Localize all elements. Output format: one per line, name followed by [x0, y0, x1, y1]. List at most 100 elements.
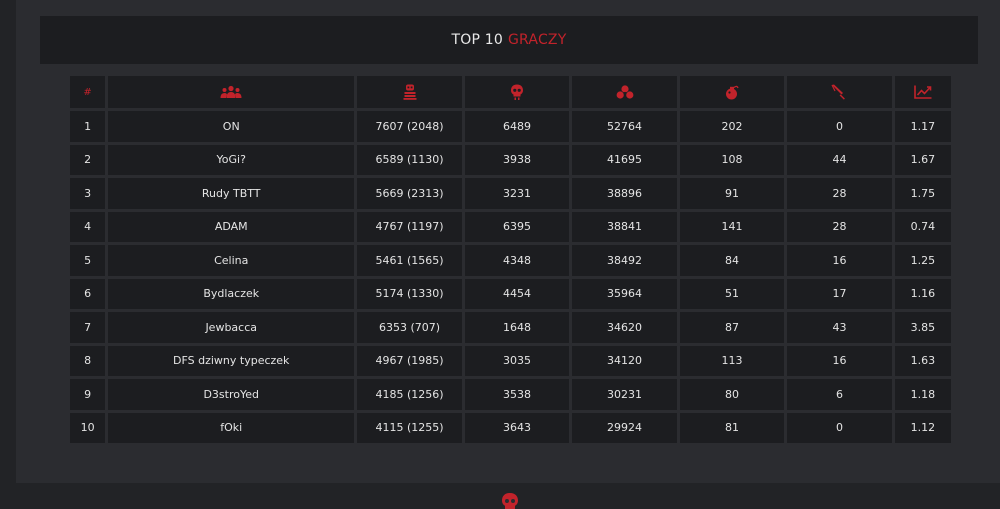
grenade-cell: 141	[679, 211, 785, 242]
header-players	[108, 76, 355, 108]
score-cell: 38492	[572, 245, 677, 276]
grenade-cell: 80	[679, 379, 785, 410]
grenade-cell: 84	[679, 245, 785, 276]
table-row: 4 ADAM 4767 (1197) 6395 38841 141 28 0.7…	[70, 211, 951, 242]
player-name-cell: DFS dziwny typeczek	[108, 345, 355, 376]
kills-cell: 6353 (707)	[357, 312, 462, 343]
kills-cell: 4185 (1256)	[357, 379, 462, 410]
deaths-icon	[511, 84, 524, 100]
player-name-cell: Rudy TBTT	[108, 178, 355, 209]
player-name-cell: ON	[108, 111, 355, 142]
deaths-cell: 6489	[464, 111, 570, 142]
rank-cell: 5	[70, 245, 106, 276]
rank-cell: 1	[70, 111, 106, 142]
ratio-cell: 1.16	[894, 278, 951, 309]
score-cell: 30231	[572, 379, 677, 410]
rank-cell: 9	[70, 379, 106, 410]
skull-logo-icon	[502, 493, 518, 509]
player-name-cell: Bydlaczek	[108, 278, 355, 309]
ratio-cell: 1.12	[894, 412, 951, 443]
deaths-cell: 4454	[464, 278, 570, 309]
grenade-cell: 113	[679, 345, 785, 376]
knife-cell: 6	[787, 379, 892, 410]
score-cell: 35964	[572, 278, 677, 309]
header-deaths	[464, 76, 570, 108]
player-name-cell: ADAM	[108, 211, 355, 242]
ratio-cell: 1.63	[894, 345, 951, 376]
table-row: 7 Jewbacca 6353 (707) 1648 34620 87 43 3…	[70, 312, 951, 343]
score-cell: 52764	[572, 111, 677, 142]
page-title: TOP 10 GRACZY	[40, 16, 978, 64]
players-icon	[220, 85, 242, 98]
title-white: TOP 10	[451, 32, 503, 48]
score-cell: 34620	[572, 312, 677, 343]
deaths-cell: 3538	[464, 379, 570, 410]
grenade-cell: 81	[679, 412, 785, 443]
score-cell: 41695	[572, 144, 677, 175]
grenade-cell: 87	[679, 312, 785, 343]
player-name-cell: YoGi?	[108, 144, 355, 175]
header-grenade	[679, 76, 785, 108]
score-cell: 29924	[572, 412, 677, 443]
kills-cell: 4767 (1197)	[357, 211, 462, 242]
knife-cell: 16	[787, 345, 892, 376]
header-kills	[357, 76, 462, 108]
kills-cell: 5174 (1330)	[357, 278, 462, 309]
score-cell: 38841	[572, 211, 677, 242]
ratio-cell: 1.75	[894, 178, 951, 209]
kills-cell: 6589 (1130)	[357, 144, 462, 175]
ratio-cell: 1.17	[894, 111, 951, 142]
ratio-cell: 1.18	[894, 379, 951, 410]
knife-cell: 28	[787, 211, 892, 242]
rank-cell: 8	[70, 345, 106, 376]
ratio-cell: 3.85	[894, 312, 951, 343]
table-row: 10 fOki 4115 (1255) 3643 29924 81 0 1.12	[70, 412, 951, 443]
knife-icon	[831, 84, 846, 100]
player-name-cell: Jewbacca	[108, 312, 355, 343]
rank-cell: 2	[70, 144, 106, 175]
top-players-table: # 1 ON 7607 (2048) 6489 52764 202 0 1.17…	[67, 73, 954, 446]
rank-cell: 4	[70, 211, 106, 242]
grenade-cell: 108	[679, 144, 785, 175]
knife-cell: 43	[787, 312, 892, 343]
grenade-icon	[725, 85, 739, 100]
deaths-cell: 4348	[464, 245, 570, 276]
deaths-cell: 3938	[464, 144, 570, 175]
hash-label: #	[83, 86, 92, 98]
damage-icon	[616, 85, 633, 99]
deaths-cell: 3643	[464, 412, 570, 443]
kills-cell: 4115 (1255)	[357, 412, 462, 443]
knife-cell: 17	[787, 278, 892, 309]
knife-cell: 0	[787, 412, 892, 443]
kills-cell: 4967 (1985)	[357, 345, 462, 376]
deaths-cell: 3035	[464, 345, 570, 376]
table-row: 8 DFS dziwny typeczek 4967 (1985) 3035 3…	[70, 345, 951, 376]
deaths-cell: 1648	[464, 312, 570, 343]
ratio-chart-icon	[914, 85, 932, 99]
ratio-cell: 0.74	[894, 211, 951, 242]
title-red: GRACZY	[508, 32, 567, 48]
deaths-cell: 3231	[464, 178, 570, 209]
knife-cell: 28	[787, 178, 892, 209]
grenade-cell: 51	[679, 278, 785, 309]
knife-cell: 16	[787, 245, 892, 276]
table-row: 2 YoGi? 6589 (1130) 3938 41695 108 44 1.…	[70, 144, 951, 175]
player-name-cell: fOki	[108, 412, 355, 443]
header-rank: #	[70, 76, 106, 108]
grenade-cell: 91	[679, 178, 785, 209]
grenade-cell: 202	[679, 111, 785, 142]
header-ratio	[894, 76, 951, 108]
table-header-row: #	[70, 76, 951, 108]
rank-cell: 6	[70, 278, 106, 309]
table-row: 9 D3stroYed 4185 (1256) 3538 30231 80 6 …	[70, 379, 951, 410]
table-row: 1 ON 7607 (2048) 6489 52764 202 0 1.17	[70, 111, 951, 142]
kills-cell: 5461 (1565)	[357, 245, 462, 276]
header-knife	[787, 76, 892, 108]
table-row: 5 Celina 5461 (1565) 4348 38492 84 16 1.…	[70, 245, 951, 276]
knife-cell: 0	[787, 111, 892, 142]
ratio-cell: 1.67	[894, 144, 951, 175]
header-score	[572, 76, 677, 108]
ratio-cell: 1.25	[894, 245, 951, 276]
table-row: 3 Rudy TBTT 5669 (2313) 3231 38896 91 28…	[70, 178, 951, 209]
player-name-cell: D3stroYed	[108, 379, 355, 410]
